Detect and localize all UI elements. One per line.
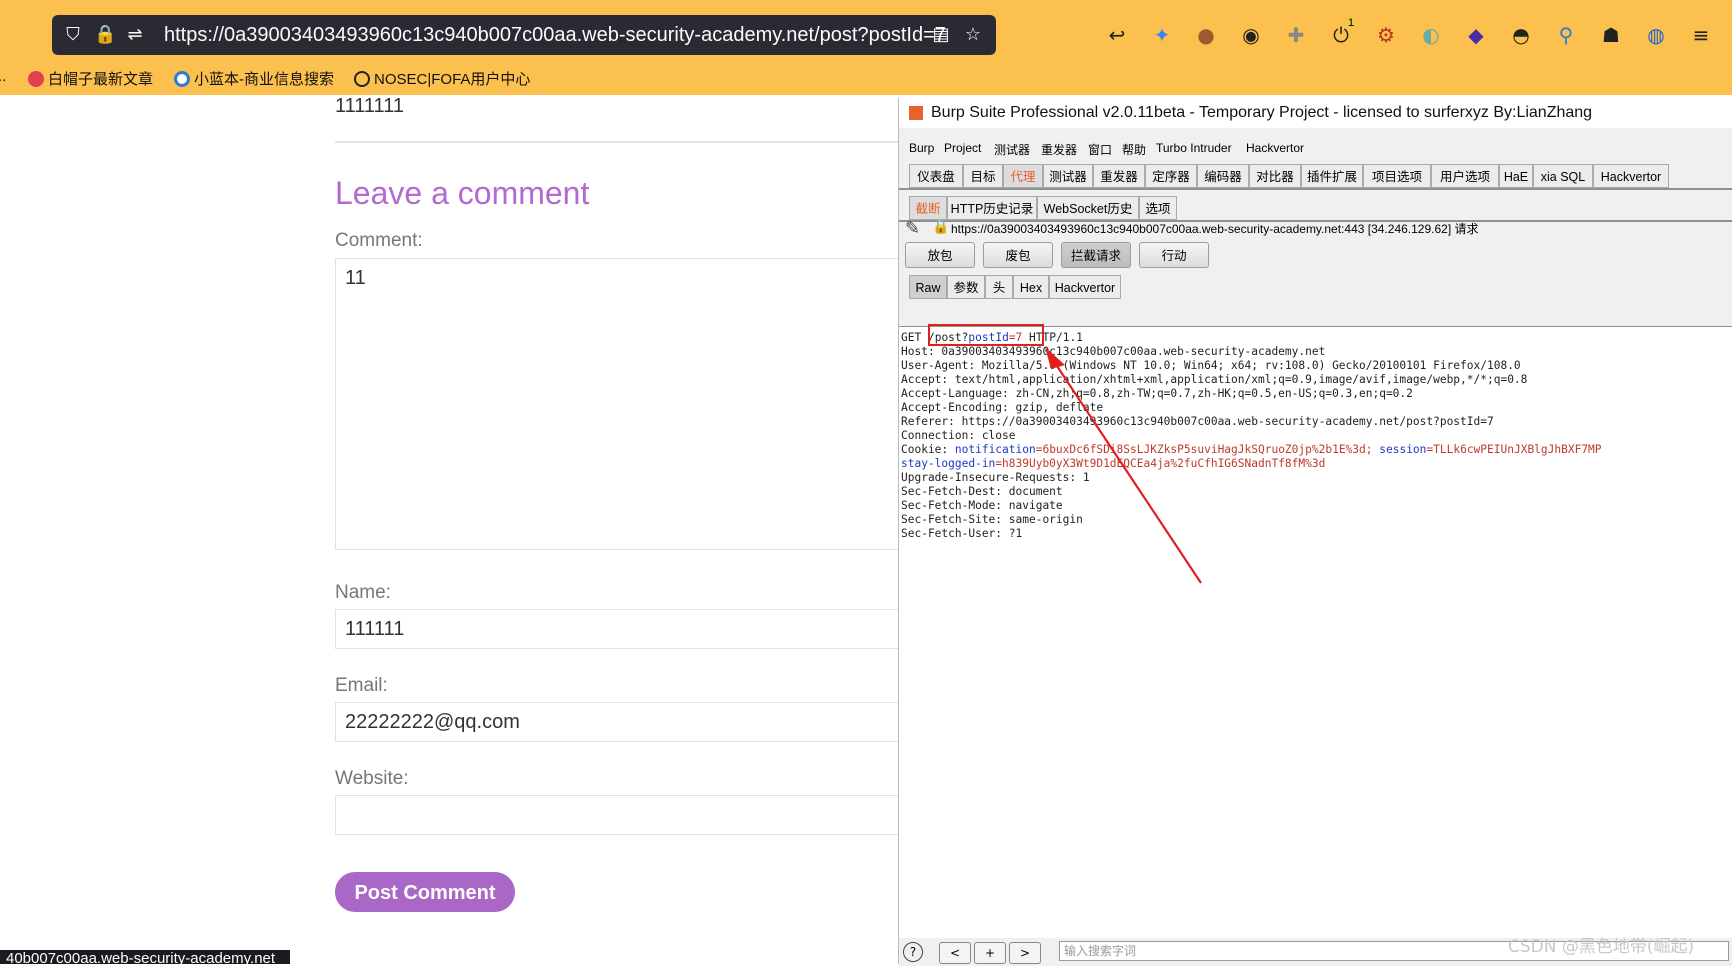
tab-target[interactable]: 目标 xyxy=(963,164,1003,188)
post-comment-button[interactable]: Post Comment xyxy=(335,872,515,912)
viewtab-hackvertor[interactable]: Hackvertor xyxy=(1049,275,1121,299)
name-label: Name: xyxy=(335,582,391,603)
lock-icon[interactable]: 🔒 xyxy=(94,24,116,46)
account-icon[interactable]: ◍ xyxy=(1643,22,1669,48)
tab-hackvertor[interactable]: Hackvertor xyxy=(1593,164,1669,188)
forward-button[interactable]: 放包 xyxy=(905,242,975,268)
csdn-watermark: CSDN @黑色地带(崛起) xyxy=(1508,937,1695,957)
menu-window[interactable]: 窗口 xyxy=(1088,141,1112,158)
comment-label: Comment: xyxy=(335,230,423,251)
request-editor[interactable]: GET /post?postId=7 HTTP/1.1 Host: 0a3900… xyxy=(899,324,1732,947)
extension-bird-icon[interactable]: ✦ xyxy=(1149,22,1175,48)
subtab-http-history[interactable]: HTTP历史记录 xyxy=(947,196,1037,220)
name-field[interactable]: 111111 xyxy=(335,609,905,649)
viewtab-params[interactable]: 参数 xyxy=(947,275,985,299)
pencil-icon[interactable]: ✎ xyxy=(905,218,920,239)
subtab-intercept[interactable]: 截断 xyxy=(909,196,947,220)
help-icon[interactable]: ? xyxy=(903,942,923,962)
lock-icon: 🔒 xyxy=(932,219,950,235)
bookmark-item[interactable]: 白帽子最新文章 xyxy=(28,68,153,89)
menu-help[interactable]: 帮助 xyxy=(1122,141,1146,158)
hat-icon[interactable]: ◓ xyxy=(1508,22,1534,48)
menu-repeater[interactable]: 重发器 xyxy=(1041,141,1077,158)
diamond-icon[interactable]: ◆ xyxy=(1463,22,1489,48)
burp-title: Burp Suite Professional v2.0.11beta - Te… xyxy=(931,104,1593,121)
website-label: Website: xyxy=(335,768,409,789)
annotation-arrow-icon xyxy=(1045,347,1202,584)
tab-comparer[interactable]: 对比器 xyxy=(1249,164,1301,188)
notification-badge: 1 xyxy=(1345,17,1358,29)
pin-icon[interactable]: ⚲ xyxy=(1553,22,1579,48)
cookie-editor-icon[interactable]: ● xyxy=(1193,22,1219,48)
viewtab-headers[interactable]: 头 xyxy=(985,275,1013,299)
target-host-line: https://0a39003403493960c13c940b007c00aa… xyxy=(951,222,1479,236)
drop-button[interactable]: 废包 xyxy=(983,242,1053,268)
cookie-icon[interactable]: ◉ xyxy=(1238,22,1264,48)
action-button[interactable]: 行动 xyxy=(1139,242,1209,268)
search-add-button[interactable]: + xyxy=(974,942,1006,964)
tab-repeater[interactable]: 重发器 xyxy=(1093,164,1145,188)
hamburger-menu-icon[interactable]: ≡ xyxy=(1688,22,1714,48)
tab-user-options[interactable]: 用户选项 xyxy=(1431,164,1499,188)
subtab-options[interactable]: 选项 xyxy=(1139,196,1177,220)
viewtab-hex[interactable]: Hex xyxy=(1013,275,1049,299)
viewtab-raw[interactable]: Raw xyxy=(909,275,947,299)
tab-decoder[interactable]: 编码器 xyxy=(1197,164,1249,188)
search-prev-button[interactable]: < xyxy=(939,942,971,964)
search-next-button[interactable]: > xyxy=(1009,942,1041,964)
website-field[interactable] xyxy=(335,795,905,835)
bookmark-star-icon[interactable]: ☆ xyxy=(962,24,984,46)
ghost-icon[interactable]: ☗ xyxy=(1598,22,1624,48)
tab-hae[interactable]: HaE xyxy=(1499,164,1533,188)
status-url-tooltip: 40b007c00aa.web-security-academy.net xyxy=(0,950,290,964)
bookmark-favicon-icon xyxy=(174,71,190,87)
burp-title-bar: Burp Suite Professional v2.0.11beta - Te… xyxy=(899,98,1732,128)
url-text[interactable]: https://0a39003403493960c13c940b007c00aa… xyxy=(164,24,946,47)
tab-project-options[interactable]: 项目选项 xyxy=(1363,164,1431,188)
tab-divider xyxy=(899,188,1732,190)
browser-toolbar: ⛉ 🔒 ⇌ https://0a39003403493960c13c940b00… xyxy=(0,0,1732,95)
menu-turbo-intruder[interactable]: Turbo Intruder xyxy=(1156,141,1232,155)
back-arrow-icon[interactable]: ↩ xyxy=(1104,22,1130,48)
previous-comment-text: 1111111 xyxy=(335,95,404,117)
menu-burp[interactable]: Burp xyxy=(909,141,934,155)
permissions-icon[interactable]: ⇌ xyxy=(124,24,146,46)
puzzle-icon[interactable]: ✚ xyxy=(1283,22,1309,48)
globe-icon xyxy=(354,71,370,87)
subtab-websocket-history[interactable]: WebSocket历史 xyxy=(1037,196,1139,220)
bookmark-item[interactable]: 小蓝本-商业信息搜索 xyxy=(174,68,334,89)
address-bar[interactable]: ⛉ 🔒 ⇌ https://0a39003403493960c13c940b00… xyxy=(52,15,996,55)
menu-hackvertor[interactable]: Hackvertor xyxy=(1246,141,1304,155)
menu-intruder[interactable]: 测试器 xyxy=(994,141,1030,158)
shield-icon[interactable]: ⛉ xyxy=(62,24,84,46)
toggle-icon[interactable]: ◐ xyxy=(1418,22,1444,48)
web-page: 1111111 Leave a comment Comment: 11 Name… xyxy=(0,95,905,964)
comment-textarea[interactable]: 11 xyxy=(335,258,905,550)
intercept-toggle-button[interactable]: 拦截请求 xyxy=(1061,242,1131,268)
leave-comment-heading: Leave a comment xyxy=(335,175,590,211)
reader-view-icon[interactable]: ▤ xyxy=(930,24,952,46)
tab-xia-sql[interactable]: xia SQL xyxy=(1533,164,1593,188)
email-label: Email: xyxy=(335,675,388,696)
burp-logo-icon xyxy=(909,106,923,120)
gear-box-icon[interactable]: ⚙ xyxy=(1373,22,1399,48)
divider xyxy=(335,141,905,143)
bookmark-favicon-icon xyxy=(28,71,44,87)
tab-dashboard[interactable]: 仪表盘 xyxy=(909,164,963,188)
menu-project[interactable]: Project xyxy=(944,141,981,155)
bookmark-overflow[interactable]: .. xyxy=(0,68,6,85)
tab-proxy[interactable]: 代理 xyxy=(1003,164,1043,188)
bookmarks-bar: .. 白帽子最新文章 小蓝本-商业信息搜索 NOSEC|FOFA用户中心 xyxy=(0,64,1732,92)
tab-sequencer[interactable]: 定序器 xyxy=(1145,164,1197,188)
tab-intruder[interactable]: 测试器 xyxy=(1043,164,1093,188)
tab-extender[interactable]: 插件扩展 xyxy=(1301,164,1363,188)
bookmark-item[interactable]: NOSEC|FOFA用户中心 xyxy=(354,68,530,89)
burp-suite-window: Burp Suite Professional v2.0.11beta - Te… xyxy=(898,98,1732,966)
email-field[interactable]: 22222222@qq.com xyxy=(335,702,905,742)
